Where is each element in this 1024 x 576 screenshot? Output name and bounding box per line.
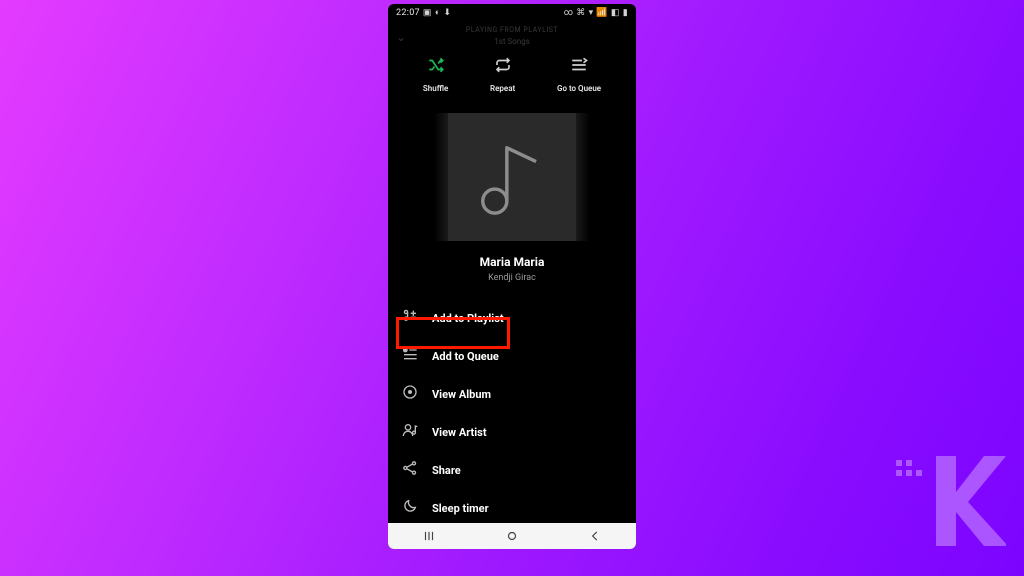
artist-icon xyxy=(402,422,418,442)
watermark-k xyxy=(896,456,1006,550)
menu-label: Add to Playlist xyxy=(432,312,504,325)
moon-icon xyxy=(402,498,418,518)
menu-label: Add to Queue xyxy=(432,350,499,363)
menu-label: View Album xyxy=(432,388,491,401)
home-button[interactable] xyxy=(505,529,519,543)
menu-label: View Artist xyxy=(432,426,487,439)
queue-label: Go to Queue xyxy=(557,84,601,93)
repeat-icon xyxy=(494,56,512,78)
status-icon: ▾ xyxy=(589,8,594,18)
context-menu: Add to Playlist Add to Queue View A xyxy=(388,299,636,549)
status-time: 22:07 xyxy=(396,8,420,18)
phone-screen: 22:07 ▣ ◐ ⬇ ∞ ⌘ ▾ 📶 ◧ ▮ ⌄ PLAYING FROM P… xyxy=(388,4,636,549)
queue-add-icon xyxy=(402,346,418,366)
share-icon xyxy=(402,460,418,480)
status-icon: ◧ xyxy=(611,8,620,18)
status-icon: ▣ xyxy=(423,8,432,18)
music-note-icon xyxy=(469,134,555,220)
shuffle-icon xyxy=(427,56,445,78)
back-button[interactable] xyxy=(588,529,602,543)
menu-view-album[interactable]: View Album xyxy=(388,375,636,413)
song-title: Maria Maria xyxy=(388,255,636,269)
menu-label: Sleep timer xyxy=(432,502,489,515)
header-from: PLAYING FROM PLAYLIST xyxy=(388,26,636,34)
repeat-button[interactable]: Repeat xyxy=(490,56,515,93)
android-nav-bar xyxy=(388,523,636,549)
album-art-wrap xyxy=(388,113,636,241)
playlist-add-icon xyxy=(402,308,418,328)
status-icon: 📶 xyxy=(596,8,608,18)
chevron-down-icon[interactable]: ⌄ xyxy=(396,30,406,44)
canvas: 22:07 ▣ ◐ ⬇ ∞ ⌘ ▾ 📶 ◧ ▮ ⌄ PLAYING FROM P… xyxy=(0,0,1024,576)
shuffle-label: Shuffle xyxy=(423,84,448,93)
menu-share[interactable]: Share xyxy=(388,451,636,489)
album-art xyxy=(448,113,576,241)
song-artist: Kendji Girac xyxy=(388,273,636,283)
menu-sleep-timer[interactable]: Sleep timer xyxy=(388,489,636,527)
status-icon: ▮ xyxy=(623,8,628,18)
status-icon: ⌘ xyxy=(576,8,585,18)
go-to-queue-button[interactable]: Go to Queue xyxy=(557,56,601,93)
status-icon: ⬇ xyxy=(443,8,451,18)
now-playing-header: ⌄ PLAYING FROM PLAYLIST 1st Songs xyxy=(388,20,636,46)
repeat-label: Repeat xyxy=(490,84,515,93)
recent-apps-button[interactable] xyxy=(422,529,436,543)
menu-add-to-queue[interactable]: Add to Queue xyxy=(388,337,636,375)
status-icon: ∞ xyxy=(564,8,574,18)
queue-icon xyxy=(570,56,588,78)
shuffle-button[interactable]: Shuffle xyxy=(423,56,448,93)
status-icon: ◐ xyxy=(435,7,441,18)
top-actions: Shuffle Repeat Go to Queue xyxy=(388,46,636,107)
header-playlist: 1st Songs xyxy=(388,37,636,46)
menu-view-artist[interactable]: View Artist xyxy=(388,413,636,451)
status-bar: 22:07 ▣ ◐ ⬇ ∞ ⌘ ▾ 📶 ◧ ▮ xyxy=(388,4,636,20)
menu-label: Share xyxy=(432,464,461,477)
menu-add-to-playlist[interactable]: Add to Playlist xyxy=(388,299,636,337)
album-icon xyxy=(402,384,418,404)
